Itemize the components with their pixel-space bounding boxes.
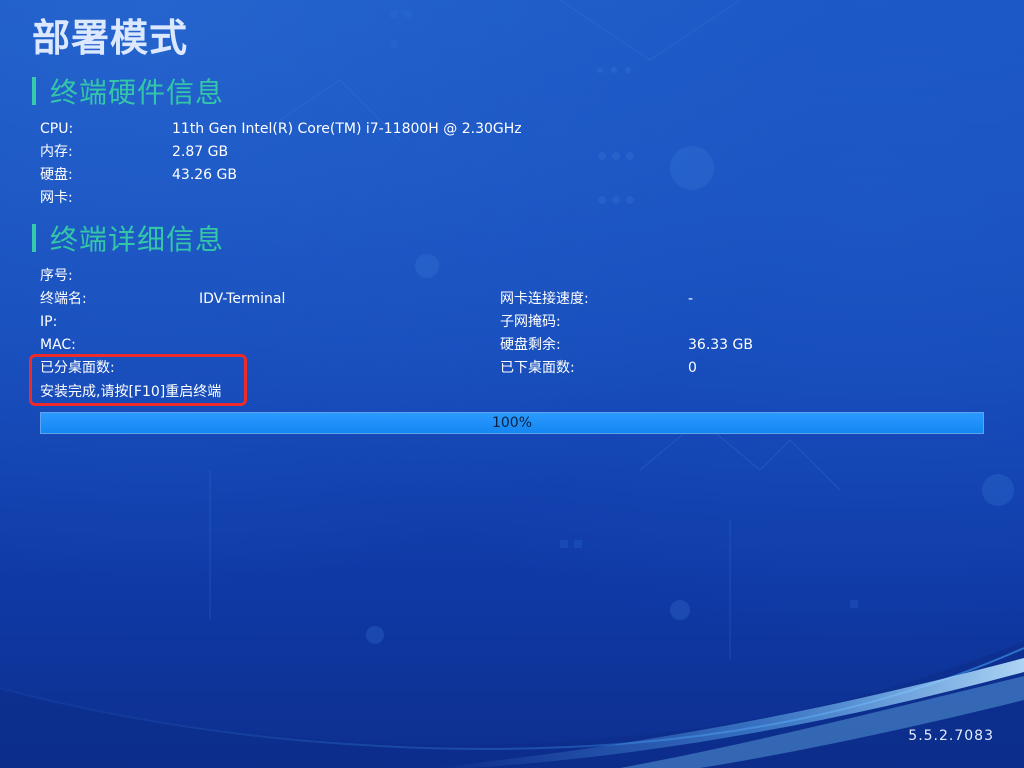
hardware-section-title: 终端硬件信息: [50, 76, 225, 109]
details-section-title: 终端详细信息: [50, 223, 225, 256]
serial-label: 序号:: [40, 268, 73, 284]
highlight-annotation-box: [29, 354, 247, 406]
nic-speed-label: 网卡连接速度:: [500, 291, 589, 307]
disk-free-label: 硬盘剩余:: [500, 337, 561, 353]
memory-value: 2.87 GB: [172, 144, 229, 160]
memory-label: 内存:: [40, 144, 73, 160]
page-title: 部署模式: [32, 15, 189, 60]
downloaded-desktops-label: 已下桌面数:: [500, 360, 575, 376]
progress-percent-text: 100%: [491, 415, 533, 431]
ip-label: IP:: [40, 314, 58, 330]
nic-speed-value: -: [688, 291, 694, 307]
nic-label: 网卡:: [40, 190, 73, 206]
cpu-value: 11th Gen Intel(R) Core(TM) i7-11800H @ 2…: [172, 121, 522, 137]
terminal-name-label: 终端名:: [40, 291, 87, 307]
cpu-label: CPU:: [40, 121, 74, 137]
section-accent-bar: [32, 224, 36, 252]
subnet-mask-label: 子网掩码:: [500, 314, 561, 330]
details-section-header: 终端详细信息: [32, 220, 224, 256]
section-accent-bar: [32, 77, 36, 105]
downloaded-desktops-value: 0: [688, 360, 697, 376]
disk-label: 硬盘:: [40, 167, 73, 183]
mac-label: MAC:: [40, 337, 76, 353]
disk-value: 43.26 GB: [172, 167, 237, 183]
disk-free-value: 36.33 GB: [688, 337, 753, 353]
hardware-section-header: 终端硬件信息: [32, 73, 224, 109]
version-label: 5.5.2.7083: [908, 728, 994, 744]
install-progress-bar: 100%: [40, 412, 984, 434]
terminal-name-value: IDV-Terminal: [199, 291, 286, 307]
